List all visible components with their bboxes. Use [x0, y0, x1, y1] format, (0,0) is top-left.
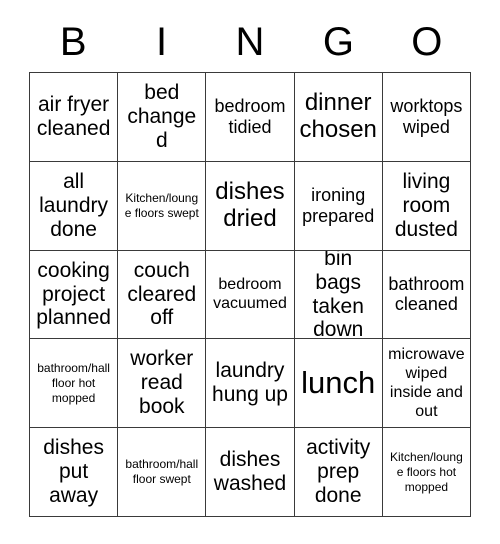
bingo-square[interactable]: couch cleared off [118, 250, 207, 340]
bingo-square[interactable]: living room dusted [382, 161, 471, 251]
bingo-square[interactable]: laundry hung up [206, 339, 295, 429]
bingo-square[interactable]: bathroom cleaned [382, 250, 471, 340]
bingo-square[interactable]: bedroom vacuumed [206, 250, 295, 340]
header-letter-o: O [411, 20, 443, 64]
bingo-square[interactable]: dishes dried [206, 161, 295, 251]
bingo-square-label: laundry hung up [212, 359, 288, 407]
bingo-square-label: worktops wiped [390, 96, 463, 137]
bingo-square-label: dinner chosen [299, 89, 377, 143]
bingo-square[interactable]: Kitchen/lounge floors swept [118, 161, 207, 251]
bingo-square[interactable]: dishes washed [206, 428, 295, 517]
bingo-square[interactable]: ironing prepared [294, 161, 383, 251]
bingo-square[interactable]: bin bags taken down [294, 250, 383, 340]
bingo-square[interactable]: lunch [294, 339, 383, 429]
bingo-square[interactable]: air fryer cleaned [30, 73, 119, 162]
header-letter-n: N [235, 20, 265, 64]
bingo-square-label: bed changed [127, 80, 197, 152]
bingo-square-label: activity prep done [306, 436, 371, 508]
bingo-square[interactable]: bed changed [118, 73, 207, 162]
bingo-square[interactable]: bathroom/hall floor swept [118, 428, 207, 517]
bingo-square-label: Kitchen/lounge floors swept [124, 190, 199, 220]
bingo-square[interactable]: dinner chosen [294, 73, 383, 162]
bingo-square-label: all laundry done [39, 169, 109, 241]
bingo-square-label: ironing prepared [302, 184, 375, 226]
bingo-square-label: bin bags taken down [312, 250, 364, 340]
bingo-grid: air fryer cleaned bed changed bedroom ti… [29, 72, 471, 517]
bingo-square[interactable]: worker read book [118, 339, 207, 429]
bingo-square-label: lunch [301, 365, 376, 401]
bingo-square-label: bathroom/hall floor hot mopped [37, 360, 110, 405]
bingo-square[interactable]: microwave wiped inside and out [382, 339, 471, 429]
bingo-square-label: bathroom cleaned [388, 273, 465, 315]
bingo-square[interactable]: all laundry done [30, 161, 119, 251]
bingo-square[interactable]: worktops wiped [382, 73, 471, 162]
bingo-square[interactable]: dishes put away [30, 428, 119, 517]
bingo-square[interactable]: bedroom tidied [206, 73, 295, 162]
bingo-header-row: B I N G O [29, 12, 471, 72]
bingo-square-label: cooking project planned [36, 258, 111, 330]
header-letter-b: B [59, 20, 87, 64]
bingo-square-label: bedroom tidied [214, 96, 286, 137]
bingo-square-label: Kitchen/lounge floors hot mopped [390, 449, 463, 494]
bingo-square-label: living room dusted [394, 169, 458, 241]
bingo-square-label: dishes dried [215, 177, 285, 232]
bingo-square-label: bedroom vacuumed [213, 276, 287, 313]
bingo-square[interactable]: Kitchen/lounge floors hot mopped [382, 428, 471, 517]
bingo-square[interactable]: activity prep done [294, 428, 383, 517]
bingo-square-label: dishes washed [213, 448, 287, 496]
bingo-square-label: worker read book [130, 347, 194, 419]
bingo-square-label: air fryer cleaned [36, 92, 111, 140]
bingo-square[interactable]: bathroom/hall floor hot mopped [30, 339, 119, 429]
bingo-square-label: microwave wiped inside and out [388, 345, 465, 421]
bingo-square-label: couch cleared off [127, 258, 197, 330]
bingo-square[interactable]: cooking project planned [30, 250, 119, 340]
header-letter-i: I [156, 20, 168, 64]
bingo-square-label: dishes put away [43, 436, 104, 508]
bingo-card: B I N G O air fryer cleaned bed changed … [29, 12, 471, 517]
header-letter-g: G [322, 20, 354, 64]
bingo-square-label: bathroom/hall floor swept [125, 457, 199, 487]
